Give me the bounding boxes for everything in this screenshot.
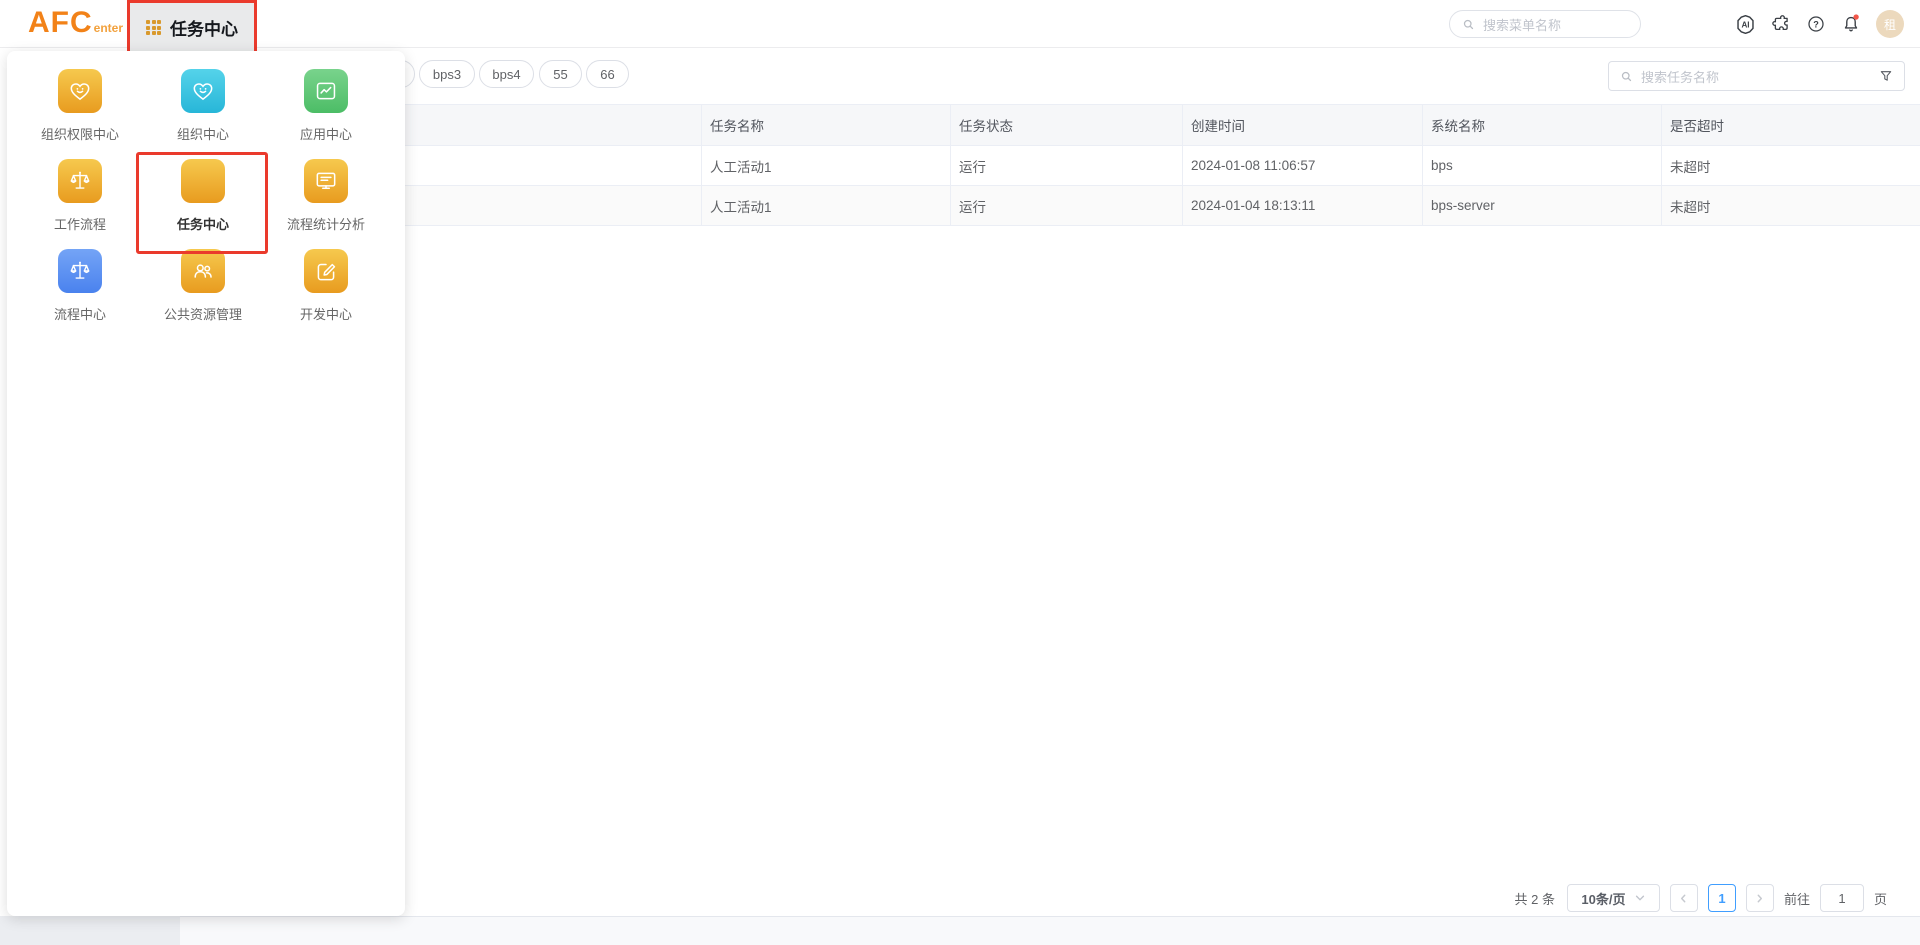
launcher-item-dev-center[interactable]: 开发中心 (266, 249, 386, 333)
launcher-button-label: 任务中心 (170, 15, 238, 40)
page-number-button[interactable]: 1 (1708, 884, 1736, 912)
table-row[interactable]: 人工活动1 运行 2024-01-08 11:06:57 bps 未超时 (180, 146, 1920, 186)
chevron-down-icon (1634, 892, 1646, 904)
search-icon (1619, 69, 1634, 84)
header-cell-timeout[interactable]: 是否超时 (1662, 105, 1920, 145)
grid-menu-icon (146, 20, 161, 35)
help-icon[interactable]: ? (1806, 14, 1826, 34)
svg-text:AI: AI (1741, 20, 1749, 29)
task-search-placeholder: 搜索任务名称 (1641, 67, 1719, 86)
header-cell-task-status[interactable]: 任务状态 (951, 105, 1183, 145)
menu-search-input[interactable]: 搜索菜单名称 (1449, 10, 1641, 38)
people-group-icon (181, 249, 225, 293)
launcher-item-process-statistics[interactable]: 流程统计分析 (266, 159, 386, 243)
logo-subtext: enter (94, 21, 123, 35)
task-search-input[interactable]: 搜索任务名称 (1608, 61, 1905, 91)
page-size-value: 10条/页 (1581, 889, 1625, 908)
launcher-item-task-center[interactable]: 任务中心 (143, 159, 263, 243)
report-board-icon (304, 159, 348, 203)
cell-created-time: 2024-01-04 18:13:11 (1183, 186, 1423, 225)
table-header-row: 任务名称 任务状态 创建时间 系统名称 是否超时 (180, 104, 1920, 146)
launcher-item-workflow[interactable]: 工作流程 (20, 159, 140, 243)
pagination-bar: 共 2 条 10条/页 1 前往 页 (1515, 883, 1888, 913)
heart-face-icon (181, 69, 225, 113)
filter-funnel-icon[interactable] (1878, 68, 1894, 84)
chevron-right-icon (1753, 892, 1766, 905)
top-header: AFCenter 任务中心 搜索菜单名称 AI ? (0, 0, 1920, 48)
cell-task-status: 运行 (951, 146, 1183, 185)
svg-text:?: ? (1813, 19, 1819, 29)
launcher-item-label: 组织权限中心 (20, 124, 140, 143)
next-page-button[interactable] (1746, 884, 1774, 912)
user-avatar[interactable]: 租 (1876, 10, 1904, 38)
prev-page-button[interactable] (1670, 884, 1698, 912)
sidebar-bottom-strip (0, 916, 180, 945)
edit-compose-icon (304, 249, 348, 293)
launcher-item-label: 任务中心 (143, 214, 263, 233)
app-logo: AFCenter (28, 6, 123, 40)
notification-dot (1853, 14, 1858, 19)
launcher-item-label: 应用中心 (266, 124, 386, 143)
cell-task-name[interactable]: 人工活动1 (702, 186, 951, 225)
chevron-left-icon (1677, 892, 1690, 905)
scales-icon (58, 159, 102, 203)
launcher-item-label: 工作流程 (20, 214, 140, 233)
launcher-item-label: 流程中心 (20, 304, 140, 323)
app-launcher-button[interactable]: 任务中心 (127, 0, 257, 55)
table-row[interactable]: 人工活动1 运行 2024-01-04 18:13:11 bps-server … (180, 186, 1920, 226)
goto-label: 前往 (1784, 889, 1810, 908)
launcher-item-process-center[interactable]: 流程中心 (20, 249, 140, 333)
page-unit-label: 页 (1874, 889, 1887, 908)
tab-bps4[interactable]: bps4 (479, 60, 534, 88)
launcher-item-label: 公共资源管理 (143, 304, 263, 323)
launcher-item-label: 流程统计分析 (266, 214, 386, 233)
ai-assistant-icon[interactable]: AI (1734, 13, 1757, 36)
task-table: 任务名称 任务状态 创建时间 系统名称 是否超时 人工活动1 运行 2024-0… (180, 104, 1920, 226)
tab-bps3[interactable]: bps3 (419, 60, 475, 88)
search-icon (1461, 17, 1476, 32)
goto-page-input[interactable] (1820, 884, 1864, 912)
plugin-puzzle-icon[interactable] (1771, 14, 1792, 35)
cell-system-name: bps-server (1423, 186, 1662, 225)
header-cell-system-name[interactable]: 系统名称 (1423, 105, 1662, 145)
cell-system-name: bps (1423, 146, 1662, 185)
cell-task-status: 运行 (951, 186, 1183, 225)
launcher-item-org-permission-center[interactable]: 组织权限中心 (20, 69, 140, 153)
launcher-item-public-resource[interactable]: 公共资源管理 (143, 249, 263, 333)
task-center-icon (181, 159, 225, 203)
content-bottom-divider (180, 916, 1920, 945)
tab-66[interactable]: 66 (586, 60, 629, 88)
menu-search-placeholder: 搜索菜单名称 (1483, 15, 1561, 34)
launcher-item-app-center[interactable]: 应用中心 (266, 69, 386, 153)
cell-timeout: 未超时 (1662, 146, 1920, 185)
cell-created-time: 2024-01-08 11:06:57 (1183, 146, 1423, 185)
scales-icon (58, 249, 102, 293)
cell-timeout: 未超时 (1662, 186, 1920, 225)
header-icon-group: AI ? 租 (1734, 0, 1904, 48)
heart-face-icon (58, 69, 102, 113)
header-cell-created-time[interactable]: 创建时间 (1183, 105, 1423, 145)
launcher-item-label: 组织中心 (143, 124, 263, 143)
pagination-total: 共 2 条 (1515, 889, 1555, 908)
launcher-item-label: 开发中心 (266, 304, 386, 323)
notification-bell-icon[interactable] (1840, 13, 1862, 35)
tab-55[interactable]: 55 (539, 60, 582, 88)
launcher-item-org-center[interactable]: 组织中心 (143, 69, 263, 153)
trend-chart-icon (304, 69, 348, 113)
cell-task-name[interactable]: 人工活动1 (702, 146, 951, 185)
page-size-select[interactable]: 10条/页 (1567, 884, 1660, 912)
header-cell-task-name[interactable]: 任务名称 (702, 105, 951, 145)
logo-text: AFC (28, 6, 93, 39)
app-launcher-panel: 组织权限中心 组织中心 应用中心 (7, 51, 405, 916)
